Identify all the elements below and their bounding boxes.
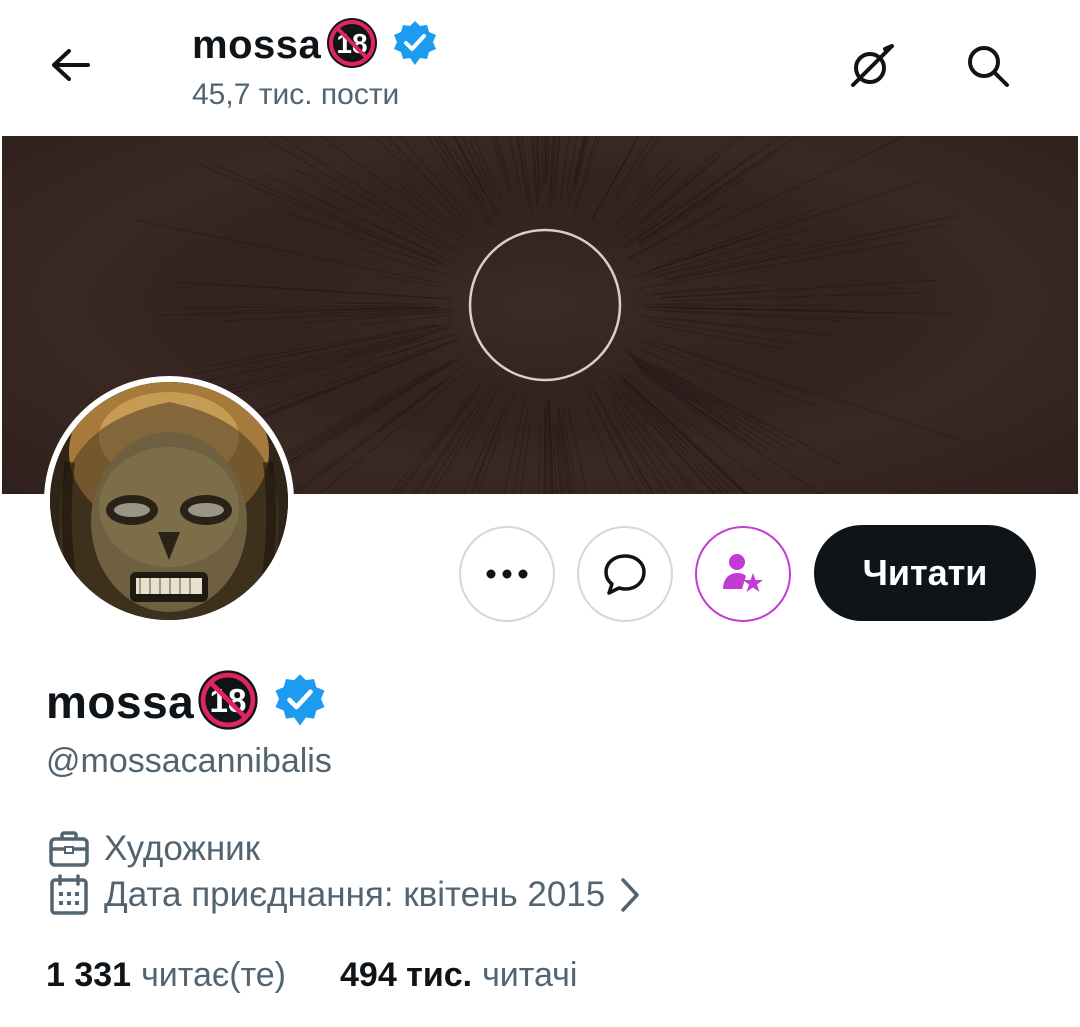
following-count: 1 331 [46, 956, 132, 994]
chevron-right-icon [619, 877, 641, 913]
search-button[interactable] [958, 36, 1018, 96]
posts-count: 45,7 тис. пости [192, 78, 400, 111]
message-button[interactable] [577, 526, 673, 622]
header-name: mossa [192, 22, 322, 67]
followers-count: 494 тис. [340, 956, 473, 994]
back-button[interactable] [40, 40, 100, 90]
subscribe-button[interactable] [695, 526, 791, 622]
joined-row[interactable]: Дата приєднання: квітень 2015 [46, 872, 641, 918]
following-label: читає(те) [141, 956, 286, 994]
header-title: mossa 18 45,7 тис. пости [192, 16, 439, 112]
no-under-18-badge-icon: 18 [325, 16, 379, 75]
avatar-image [50, 382, 288, 620]
message-icon [604, 554, 646, 595]
profile-name: mossa [46, 676, 195, 728]
profile-avatar[interactable] [44, 376, 294, 626]
calendar-icon [46, 872, 92, 918]
arrow-left-icon [52, 49, 90, 81]
more-options-button[interactable] [459, 526, 555, 622]
no-under-18-badge-icon: 18 [196, 668, 260, 737]
more-horizontal-icon [486, 569, 528, 579]
verified-badge-icon[interactable] [272, 672, 328, 733]
verified-badge-icon [391, 19, 439, 72]
profile-handle: @mossacannibalis [46, 742, 332, 780]
briefcase-icon [46, 826, 92, 872]
profile-name-row: mossa 18 [46, 668, 328, 737]
grok-button[interactable] [842, 36, 902, 96]
follow-stats: 1 331 читає(те) 494 тис. читачі [46, 956, 577, 995]
followers-label: читачі [482, 956, 578, 994]
subscribe-star-icon [723, 554, 763, 592]
following-link[interactable]: 1 331 читає(те) [46, 956, 286, 995]
follow-button[interactable]: Читати [814, 525, 1036, 621]
profession-row: Художник [46, 826, 260, 872]
top-bar: mossa 18 45,7 тис. пости [0, 0, 1080, 136]
profession-text: Художник [104, 829, 261, 868]
search-icon [968, 46, 1009, 87]
joined-text: Дата приєднання: квітень 2015 [104, 875, 606, 914]
followers-link[interactable]: 494 тис. читачі [340, 956, 577, 995]
grok-icon [851, 44, 894, 87]
